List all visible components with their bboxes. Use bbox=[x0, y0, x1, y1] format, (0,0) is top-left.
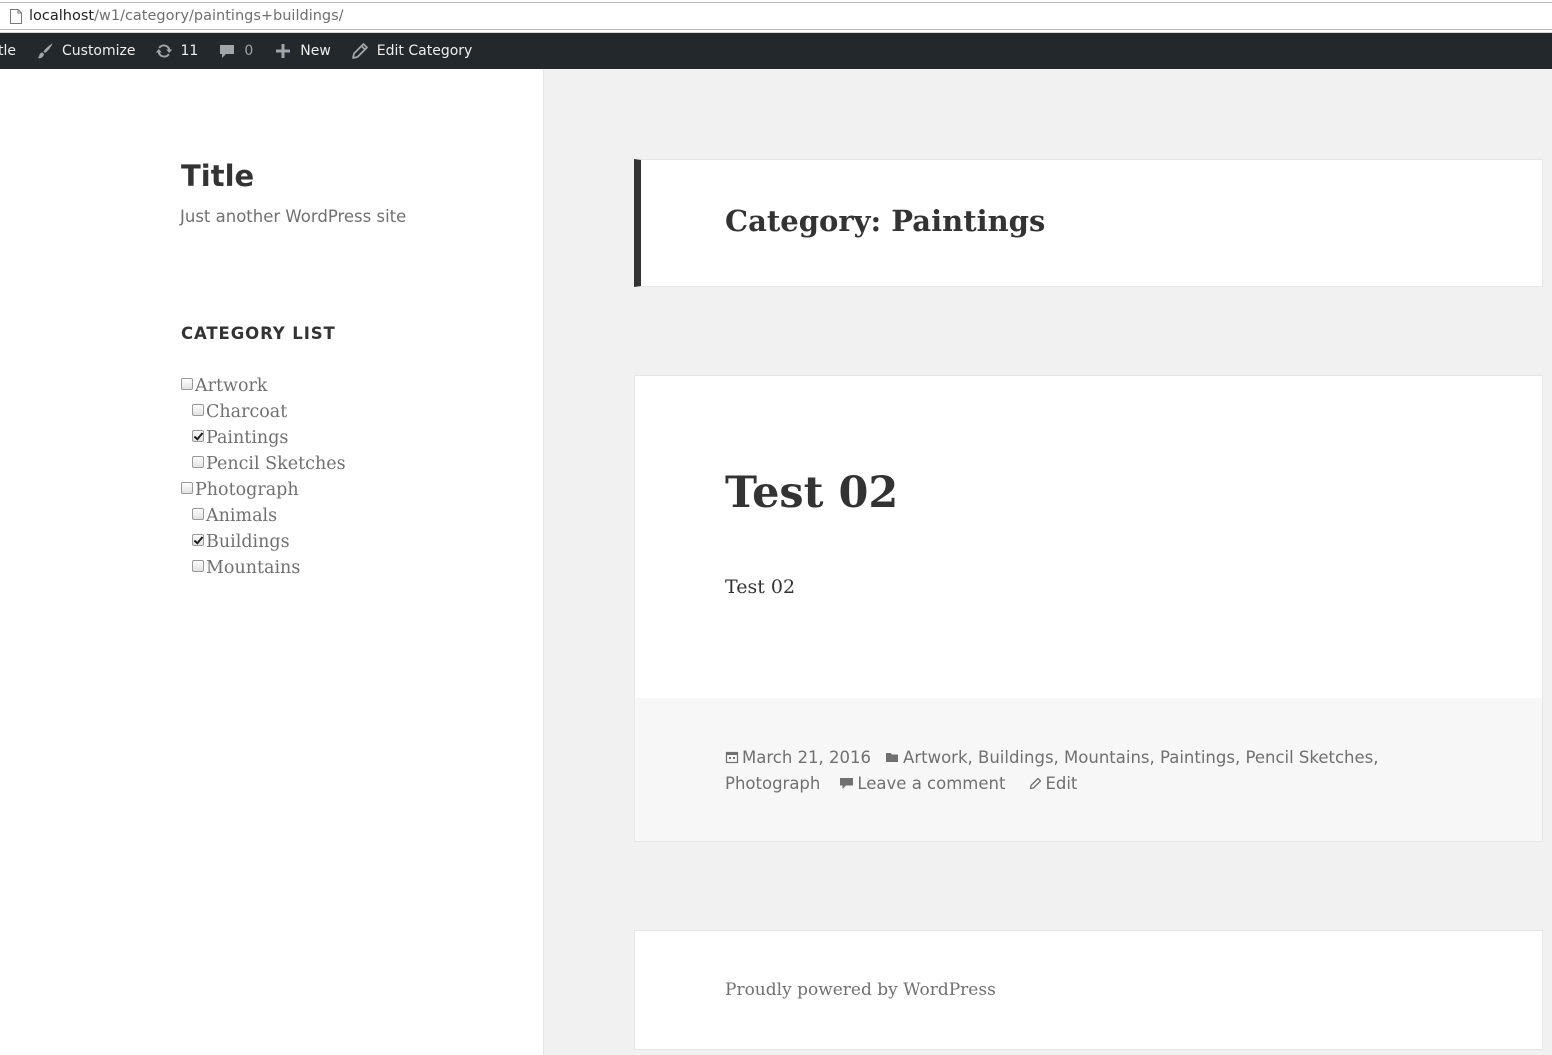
category-item-charcoat: Charcoat bbox=[181, 399, 346, 425]
category-list: Artwork Charcoat Paintings Pencil Sketch… bbox=[181, 373, 346, 581]
post-category-link[interactable]: Artwork bbox=[903, 748, 967, 767]
sidebar: Title Just another WordPress site CATEGO… bbox=[0, 69, 544, 1055]
edit-post-link[interactable]: Edit bbox=[1045, 774, 1077, 793]
category-item-artwork: Artwork bbox=[181, 373, 346, 399]
post-category-link[interactable]: Pencil Sketches bbox=[1245, 748, 1373, 767]
customize-brush-icon bbox=[34, 40, 56, 62]
category-checkbox[interactable] bbox=[192, 430, 204, 442]
category-list-widget-title: CATEGORY LIST bbox=[181, 324, 336, 343]
admin-bar-comments[interactable]: 0 bbox=[216, 33, 253, 69]
post-meta: March 21, 2016 Artwork, Buildings, Mount… bbox=[725, 748, 1379, 793]
category-checkbox[interactable] bbox=[181, 378, 193, 390]
post-category-link[interactable]: Mountains bbox=[1064, 748, 1149, 767]
url-text: localhost/w1/category/paintings+building… bbox=[29, 8, 344, 24]
url-host: localhost bbox=[29, 8, 95, 24]
wp-admin-bar: tle Customize 11 0 New Edit Category bbox=[0, 33, 1552, 69]
category-label[interactable]: Charcoat bbox=[206, 402, 287, 422]
updates-icon bbox=[153, 40, 175, 62]
post-category-link[interactable]: Buildings bbox=[978, 748, 1054, 767]
site-title[interactable]: Title bbox=[181, 159, 254, 193]
edit-pencil-icon bbox=[1029, 777, 1042, 790]
category-checkbox[interactable] bbox=[192, 404, 204, 416]
site-footer: Proudly powered by WordPress bbox=[634, 930, 1543, 1050]
category-checkbox[interactable] bbox=[192, 534, 204, 546]
plus-icon bbox=[272, 40, 294, 62]
category-label[interactable]: Pencil Sketches bbox=[206, 454, 346, 474]
category-checkbox[interactable] bbox=[192, 456, 204, 468]
post-article: Test 02 Test 02 March 21, 2016 Artwork, … bbox=[634, 375, 1543, 842]
comment-bubble-icon bbox=[216, 40, 238, 62]
category-label[interactable]: Photograph bbox=[195, 480, 299, 500]
post-category-link[interactable]: Photograph bbox=[725, 774, 820, 793]
calendar-icon bbox=[725, 750, 739, 764]
admin-bar-new-label: New bbox=[300, 43, 331, 59]
category-item-buildings: Buildings bbox=[181, 529, 346, 555]
admin-bar-edit-category[interactable]: Edit Category bbox=[349, 33, 473, 69]
url-field[interactable]: localhost/w1/category/paintings+building… bbox=[0, 2, 1552, 30]
admin-bar-site-name-label: tle bbox=[0, 43, 16, 59]
post-title[interactable]: Test 02 bbox=[725, 468, 898, 518]
admin-bar-edit-label: Edit Category bbox=[376, 43, 473, 59]
admin-bar-updates[interactable]: 11 bbox=[153, 33, 199, 69]
post-footer: March 21, 2016 Artwork, Buildings, Mount… bbox=[635, 698, 1542, 841]
category-checkbox[interactable] bbox=[192, 560, 204, 572]
post-content: Test 02 bbox=[725, 576, 796, 598]
category-item-animals: Animals bbox=[181, 503, 346, 529]
powered-by-link[interactable]: Proudly powered by WordPress bbox=[725, 980, 996, 1000]
admin-bar-customize-label: Customize bbox=[62, 43, 136, 59]
archive-header: Category: Paintings bbox=[634, 159, 1543, 287]
site-description: Just another WordPress site bbox=[180, 207, 407, 226]
archive-title: Category: Paintings bbox=[725, 204, 1046, 238]
category-item-pencil-sketches: Pencil Sketches bbox=[181, 451, 346, 477]
category-checkbox[interactable] bbox=[181, 482, 193, 494]
category-item-mountains: Mountains bbox=[181, 555, 346, 581]
category-label[interactable]: Buildings bbox=[206, 532, 290, 552]
category-label[interactable]: Paintings bbox=[206, 428, 288, 448]
admin-bar-site-name[interactable]: tle bbox=[0, 33, 16, 69]
category-checkbox[interactable] bbox=[192, 508, 204, 520]
url-path: /w1/category/paintings+buildings/ bbox=[94, 8, 344, 24]
browser-address-bar: localhost/w1/category/paintings+building… bbox=[0, 0, 1552, 33]
category-item-photograph: Photograph bbox=[181, 477, 346, 503]
folder-icon bbox=[885, 751, 900, 764]
pencil-icon bbox=[349, 40, 371, 62]
post-category-link[interactable]: Paintings bbox=[1160, 748, 1235, 767]
leave-comment-link[interactable]: Leave a comment bbox=[857, 774, 1005, 793]
category-item-paintings: Paintings bbox=[181, 425, 346, 451]
updates-count: 11 bbox=[180, 43, 199, 59]
admin-bar-customize[interactable]: Customize bbox=[34, 33, 136, 69]
post-date-link[interactable]: March 21, 2016 bbox=[742, 748, 871, 767]
comment-icon bbox=[839, 776, 854, 790]
page-icon bbox=[10, 8, 22, 24]
category-label[interactable]: Artwork bbox=[195, 376, 268, 396]
comments-count: 0 bbox=[244, 43, 254, 59]
category-label[interactable]: Animals bbox=[206, 506, 277, 526]
category-label[interactable]: Mountains bbox=[206, 558, 300, 578]
admin-bar-new[interactable]: New bbox=[272, 33, 331, 69]
